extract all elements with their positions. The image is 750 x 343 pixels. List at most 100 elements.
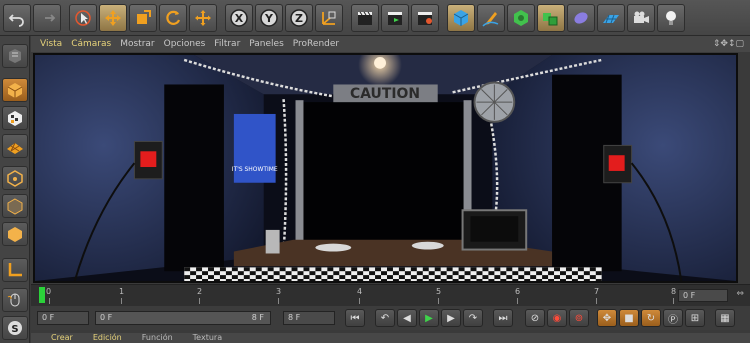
scale-tool-button[interactable] [129,3,157,32]
make-editable-button[interactable] [2,44,28,68]
deformer-button[interactable] [567,3,595,32]
key-selection-icon: ⊚ [574,312,584,324]
generator-button[interactable] [507,3,535,32]
keyframe-selection-button[interactable]: ⊚ [569,309,589,327]
main-toolbar: X Y Z [0,0,750,36]
parameter-key-button[interactable]: Ⓟ [663,309,683,327]
point-level-button[interactable]: ⊞ [685,309,705,327]
p-icon: Ⓟ [668,314,678,326]
menu-mostrar[interactable]: Mostrar [120,39,154,49]
array-button[interactable] [537,3,565,32]
coordinate-system-button[interactable] [315,3,343,32]
position-key-button[interactable]: ✥ [597,309,617,327]
go-to-start-button[interactable]: ⏮ [345,309,365,327]
viewport-nav-icons[interactable]: ⇕✥↕▢ [713,39,744,49]
play-button[interactable]: ▶ [419,309,439,327]
timeline-expand-icon[interactable]: ⇔ [736,289,744,299]
camera-button[interactable] [627,3,655,32]
menu-paneles[interactable]: Paneles [249,39,284,49]
light-button[interactable] [657,3,685,32]
x-axis-icon: X [230,8,248,27]
previous-frame-button[interactable]: ◀ [397,309,417,327]
polygons-mode-button[interactable] [2,222,28,246]
undo-button[interactable] [3,3,31,32]
render-settings-button[interactable] [411,3,439,32]
current-frame-field[interactable]: 0 F [37,311,89,325]
points-mode-button[interactable] [2,166,28,190]
floor-button[interactable] [597,3,625,32]
go-to-end-button[interactable]: ⏭ [493,309,513,327]
timeline-label-6: 6 [515,287,521,296]
scale-icon [137,9,151,24]
timeline-label-3: 3 [276,287,282,296]
polygons-icon [8,227,22,242]
rotation-key-button[interactable]: ↻ [641,309,661,327]
workplane-button[interactable] [2,134,28,158]
range-start-value: 0 F [100,313,113,322]
edges-mode-button[interactable] [2,194,28,218]
timeline-end-field[interactable]: 0 F [678,289,728,302]
y-axis-lock-button[interactable]: Y [255,3,283,32]
model-mode-button[interactable] [2,78,28,102]
max-frame-field[interactable]: 8 F [283,311,335,325]
x-axis-lock-button[interactable]: X [225,3,253,32]
menu-vista[interactable]: Vista [40,39,62,49]
transform-icon [195,9,211,26]
cinema4d-window: X Y Z S Vista Cámaras Mostrar Opciones F… [0,0,750,343]
menu-crear[interactable]: Crear [51,333,73,343]
redo-button[interactable] [33,3,61,32]
rotate-tool-button[interactable] [159,3,187,32]
redo-icon [45,13,56,22]
next-key-icon: ↷ [468,312,478,324]
timeline-label-4: 4 [357,287,363,296]
film-strip-icon: ▦ [720,312,730,324]
menu-filtrar[interactable]: Filtrar [214,39,240,49]
cube-object-button[interactable] [447,3,475,32]
cube-icon [453,9,469,26]
timeline-label-7: 7 [594,287,600,296]
grid-icon: ⊞ [690,312,700,324]
move-tool-button[interactable] [99,3,127,32]
3d-viewport[interactable]: CAUTION IT'S SHOWTIME [33,53,738,283]
next-key-button[interactable]: ↷ [463,309,483,327]
menu-textura[interactable]: Textura [193,333,222,343]
menu-camaras[interactable]: Cámaras [71,39,111,49]
cup [265,229,280,254]
menu-opciones[interactable]: Opciones [164,39,206,49]
pen-spline-button[interactable] [477,3,505,32]
previous-key-button[interactable]: ↶ [375,309,395,327]
grid-plane-icon [7,142,23,154]
snap-button[interactable]: S [2,316,28,340]
step-back-icon: ◀ [403,312,411,324]
next-frame-button[interactable]: ▶ [441,309,461,327]
preview-range-slider[interactable]: 0 F 8 F [95,311,271,325]
z-axis-lock-button[interactable]: Z [285,3,313,32]
render-picture-viewer-button[interactable] [381,3,409,32]
live-selection-button[interactable] [69,3,97,32]
poster-text: IT'S SHOWTIME [232,166,278,173]
material-manager-menu: Crear Edición Función Textura [31,333,750,343]
clapboard-icon [358,11,372,25]
svg-text:Z: Z [295,12,303,25]
timeline-ruler[interactable]: 0 1 2 3 4 5 6 7 8 0 F ⇔ [31,284,750,306]
film-strip-button[interactable]: ▦ [715,309,735,327]
office-scene-render: CAUTION IT'S SHOWTIME [35,55,736,281]
axis-mode-button[interactable] [2,258,28,282]
timeline-playhead[interactable] [39,287,45,303]
texture-mode-button[interactable] [2,106,28,130]
mouse-icon [7,293,20,307]
menu-edicion[interactable]: Edición [93,333,122,343]
autokey-button[interactable]: ◉ [547,309,567,327]
menu-prorender[interactable]: ProRender [293,39,339,49]
undo-icon [8,13,24,27]
editable-icon [9,49,21,63]
record-active-button[interactable]: ⊘ [525,309,545,327]
points-icon [7,170,23,187]
light-bulb-icon [666,10,676,25]
scale-key-button[interactable]: ■ [619,309,639,327]
tweak-mode-button[interactable] [2,288,28,312]
transform-tool-button[interactable] [189,3,217,32]
menu-funcion[interactable]: Función [142,333,173,343]
render-view-button[interactable] [351,3,379,32]
y-axis-icon: Y [260,8,278,27]
